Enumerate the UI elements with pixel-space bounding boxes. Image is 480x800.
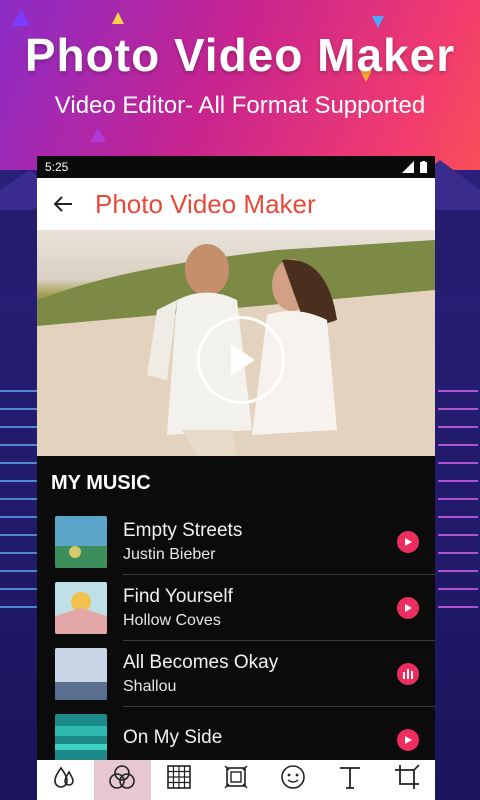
filter-icon [109, 765, 136, 789]
play-icon[interactable] [397, 597, 419, 619]
track-title: All Becomes Okay [123, 652, 279, 673]
tool-grid[interactable] [151, 760, 208, 800]
video-preview[interactable] [37, 230, 435, 456]
status-bar: 5:25 [37, 156, 435, 178]
track-item[interactable]: Empty Streets Justin Bieber [37, 509, 435, 575]
status-time: 5:25 [45, 160, 69, 174]
tool-sticker[interactable] [264, 760, 321, 800]
tool-text[interactable] [321, 760, 378, 800]
track-artist: Hollow Coves [123, 612, 221, 629]
track-item[interactable]: Find Yourself Hollow Coves [37, 575, 435, 641]
decor-stripes-left [0, 390, 40, 650]
sticker-icon [281, 765, 305, 789]
confetti-shape [90, 128, 106, 142]
track-thumbnail [55, 516, 107, 568]
text-icon [339, 767, 360, 789]
tool-crop[interactable] [378, 760, 435, 800]
play-icon [231, 344, 255, 376]
track-artist: Shallou [123, 678, 177, 695]
track-title: Find Yourself [123, 586, 233, 607]
track-title: Empty Streets [123, 520, 243, 541]
confetti-shape [372, 16, 384, 28]
play-icon[interactable] [397, 531, 419, 553]
promo-title: Photo Video Maker [24, 29, 456, 81]
app-title: Photo Video Maker [95, 188, 316, 219]
bottom-toolbar [37, 760, 435, 800]
signal-icon [402, 161, 414, 173]
track-title: On My Side [123, 727, 223, 748]
track-thumbnail [55, 582, 107, 634]
status-icons [402, 161, 427, 173]
track-thumbnail [55, 648, 107, 700]
frame-icon [224, 765, 248, 789]
crop-icon [394, 764, 420, 789]
music-header: MY MUSIC [51, 472, 151, 494]
drops-icon [54, 766, 75, 788]
tool-filter[interactable] [93, 760, 151, 800]
app-bar: Photo Video Maker [37, 178, 435, 230]
track-item[interactable]: All Becomes Okay Shallou [37, 641, 435, 707]
play-button[interactable] [197, 316, 285, 404]
grid-icon [167, 765, 191, 789]
tool-frame[interactable] [208, 760, 265, 800]
phone-screen: 5:25 Photo Video Maker MY MUSIC Empty St… [37, 156, 435, 800]
tool-drops[interactable] [37, 760, 94, 800]
arrow-left-icon[interactable] [37, 178, 89, 230]
play-icon[interactable] [397, 729, 419, 751]
promo-subtitle: Video Editor- All Format Supported [54, 92, 426, 119]
track-thumbnail [55, 714, 107, 766]
confetti-shape [112, 12, 124, 24]
battery-icon [420, 161, 427, 173]
decor-stripes-right [438, 390, 478, 650]
track-artist: Justin Bieber [123, 546, 216, 563]
equalizer-icon[interactable] [397, 663, 419, 685]
confetti-shape [12, 10, 30, 26]
music-section: MY MUSIC Empty Streets Justin Bieber Fin… [37, 456, 435, 773]
